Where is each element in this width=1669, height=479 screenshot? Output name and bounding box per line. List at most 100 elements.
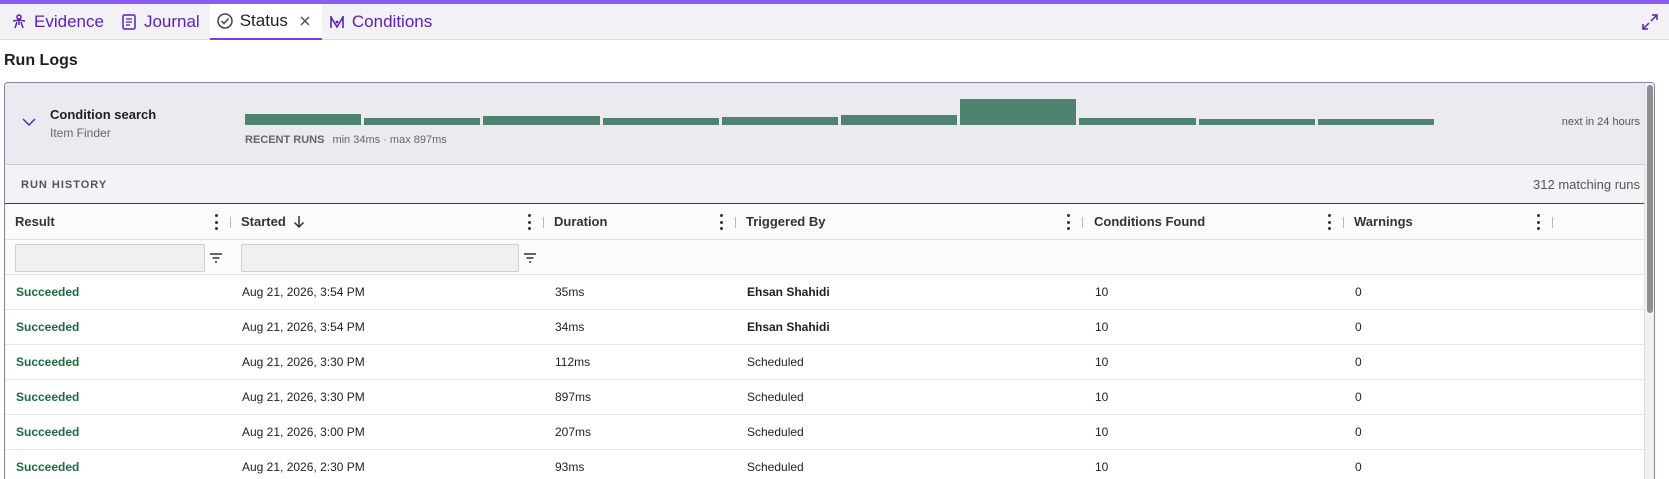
cell-result: Succeeded <box>16 390 80 404</box>
tab-label: Evidence <box>34 11 104 31</box>
next-run-text: next in 24 hours <box>1561 116 1640 128</box>
column-menu-icon[interactable] <box>1536 214 1540 230</box>
tab-journal[interactable]: Journal <box>114 4 210 39</box>
tab-conditions[interactable]: Conditions <box>322 4 442 39</box>
run-bar[interactable] <box>245 113 362 125</box>
table-row[interactable]: Succeeded Aug 21, 2026, 3:30 PM 112ms Sched… <box>5 345 1646 380</box>
evidence-icon <box>10 13 28 31</box>
table-row[interactable]: Succeeded Aug 21, 2026, 3:54 PM 34ms Ehsan … <box>5 310 1646 345</box>
filter-icon[interactable] <box>523 251 537 263</box>
cell-triggered-by: Scheduled <box>747 460 804 474</box>
cell-duration: 207ms <box>555 425 592 439</box>
column-header-label: Duration <box>554 214 608 229</box>
job-title: Condition search <box>50 107 157 122</box>
matching-runs-count: 312 matching runs <box>1533 177 1640 192</box>
cell-duration: 93ms <box>555 460 585 474</box>
filter-icon[interactable] <box>209 251 223 263</box>
column-menu-icon[interactable] <box>1066 214 1070 230</box>
cell-conditions-found: 10 <box>1095 390 1109 404</box>
cell-duration: 35ms <box>555 285 585 299</box>
job-subtitle: Item Finder <box>50 126 111 140</box>
cell-conditions-found: 10 <box>1095 460 1109 474</box>
cell-duration: 34ms <box>555 320 585 334</box>
table-row[interactable]: Succeeded Aug 21, 2026, 3:00 PM 207ms Sched… <box>5 415 1646 450</box>
tab-evidence[interactable]: Evidence <box>4 4 114 39</box>
run-bar[interactable] <box>1079 118 1196 125</box>
column-resize-handle[interactable] <box>230 217 231 228</box>
run-history-header: RUN HISTORY 312 matching runs <box>5 165 1654 204</box>
run-history-label: RUN HISTORY <box>21 179 108 191</box>
cell-started: Aug 21, 2026, 2:30 PM <box>242 460 365 474</box>
cell-started: Aug 21, 2026, 3:00 PM <box>242 425 365 439</box>
column-menu-icon[interactable] <box>527 214 531 230</box>
scrollbar-thumb[interactable] <box>1647 85 1653 313</box>
run-bar[interactable] <box>364 117 481 125</box>
started-filter-input[interactable] <box>241 244 519 272</box>
cell-warnings: 0 <box>1355 355 1362 369</box>
run-bar[interactable] <box>1317 118 1434 125</box>
tab-status[interactable]: Status <box>209 4 322 40</box>
result-filter-input[interactable] <box>15 244 205 272</box>
column-header-label: Started <box>241 214 286 229</box>
filter-row <box>5 240 1646 275</box>
cell-triggered-by: Ehsan Shahidi <box>747 320 830 334</box>
run-bar[interactable] <box>1198 119 1315 125</box>
column-header-label: Conditions Found <box>1094 214 1206 229</box>
column-header-triggered-by[interactable]: Triggered By <box>746 204 825 239</box>
table-row[interactable]: Succeeded Aug 21, 2026, 2:30 PM 93ms Schedu… <box>5 450 1646 479</box>
column-header-label: Triggered By <box>746 214 826 229</box>
cell-result: Succeeded <box>16 460 80 474</box>
column-resize-handle[interactable] <box>1082 217 1083 228</box>
cell-warnings: 0 <box>1355 390 1362 404</box>
column-resize-handle[interactable] <box>1343 217 1344 228</box>
column-menu-icon[interactable] <box>1327 214 1331 230</box>
table-row[interactable]: Succeeded Aug 21, 2026, 3:30 PM 897ms Sched… <box>5 380 1646 415</box>
cell-started: Aug 21, 2026, 3:54 PM <box>242 285 365 299</box>
recent-runs-chart <box>245 95 1437 125</box>
column-header-started[interactable]: Started <box>241 204 305 239</box>
run-bar[interactable] <box>960 99 1077 125</box>
close-icon[interactable] <box>298 14 312 28</box>
column-resize-handle[interactable] <box>735 217 736 228</box>
cell-triggered-by: Scheduled <box>747 390 804 404</box>
cell-duration: 897ms <box>555 390 592 404</box>
column-header-label: Result <box>15 214 55 229</box>
cell-warnings: 0 <box>1355 320 1362 334</box>
job-summary: Condition search Item Finder RECENT RUNS… <box>5 83 1654 165</box>
run-bar[interactable] <box>483 115 600 125</box>
column-header-result[interactable]: Result <box>15 204 55 239</box>
cell-warnings: 0 <box>1355 285 1362 299</box>
cell-warnings: 0 <box>1355 425 1362 439</box>
run-bar[interactable] <box>841 115 958 125</box>
cell-conditions-found: 10 <box>1095 320 1109 334</box>
page-title: Run Logs <box>4 52 78 69</box>
column-resize-handle[interactable] <box>1552 217 1553 228</box>
run-bar[interactable] <box>721 117 838 125</box>
column-header-warnings[interactable]: Warnings <box>1354 204 1413 239</box>
expand-icon[interactable] <box>1641 13 1659 31</box>
cell-warnings: 0 <box>1355 460 1362 474</box>
column-menu-icon[interactable] <box>719 214 723 230</box>
recent-runs-label: RECENT RUNS <box>245 134 325 146</box>
recent-runs-range: min 34ms · max 897ms <box>332 134 447 146</box>
column-menu-icon[interactable] <box>214 214 218 230</box>
run-logs-panel: Condition search Item Finder RECENT RUNS… <box>4 82 1655 479</box>
cell-conditions-found: 10 <box>1095 355 1109 369</box>
tab-label: Journal <box>143 11 200 31</box>
tab-label: Status <box>239 11 288 30</box>
cell-duration: 112ms <box>555 355 591 369</box>
column-resize-handle[interactable] <box>543 217 544 228</box>
sort-descending-icon[interactable] <box>293 215 305 228</box>
cell-started: Aug 21, 2026, 3:30 PM <box>242 355 365 369</box>
cell-started: Aug 21, 2026, 3:30 PM <box>242 390 365 404</box>
run-bar[interactable] <box>602 117 719 125</box>
column-header-duration[interactable]: Duration <box>554 204 607 239</box>
cell-started: Aug 21, 2026, 3:54 PM <box>242 320 365 334</box>
chevron-down-icon[interactable] <box>21 114 37 130</box>
vertical-scrollbar[interactable] <box>1644 83 1654 479</box>
column-header-conditions-found[interactable]: Conditions Found <box>1094 204 1205 239</box>
run-history-table: Result Started Duration Triggered By Conditi… <box>5 204 1646 479</box>
tab-bar: Evidence Journal Status Conditions <box>0 4 1669 40</box>
recent-runs-caption: RECENT RUNS min 34ms · max 897ms <box>245 134 447 146</box>
table-row[interactable]: Succeeded Aug 21, 2026, 3:54 PM 35ms Ehsan … <box>5 275 1646 310</box>
